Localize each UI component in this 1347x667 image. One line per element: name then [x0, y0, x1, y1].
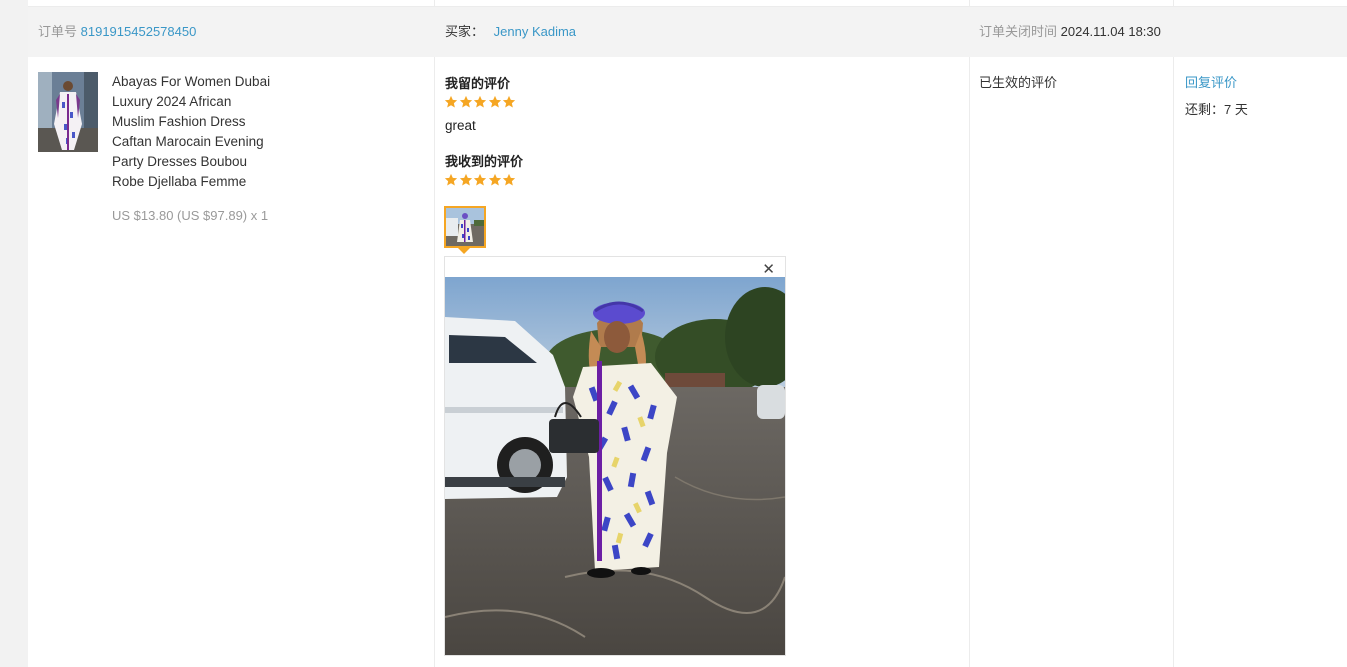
- close-time: 订单关闭时间 2024.11.04 18:30: [979, 7, 1161, 57]
- star-icon: [473, 173, 487, 186]
- order-number-label: 订单号: [38, 24, 78, 39]
- review-photo-thumbnail[interactable]: [444, 206, 486, 248]
- product-title-line: Muslim Fashion Dress: [112, 114, 246, 129]
- my-review-comment: great: [445, 118, 476, 133]
- review-photo-popup: ✕: [444, 256, 786, 656]
- column-divider: [969, 0, 970, 667]
- close-icon[interactable]: ✕: [762, 260, 775, 278]
- star-icon: [473, 95, 487, 108]
- star-icon: [488, 173, 501, 186]
- my-review-stars: [444, 95, 517, 109]
- order-header-row: 订单号 8191915452578450 买家： Jenny Kadima 订单…: [28, 7, 1347, 57]
- review-status: 已生效的评价: [979, 75, 1058, 90]
- buyer-label: 买家：: [445, 24, 485, 39]
- review-photo-thumb-image: [446, 208, 484, 246]
- product-photo-image: [38, 72, 98, 152]
- review-panel: 订单号 8191915452578450 买家： Jenny Kadima 订单…: [28, 0, 1347, 667]
- product-title-line: Luxury 2024 African: [112, 94, 232, 109]
- top-strip: [28, 0, 1347, 7]
- star-icon: [488, 95, 501, 108]
- star-icon: [459, 173, 472, 186]
- order-number-link[interactable]: 8191915452578450: [81, 24, 197, 39]
- remaining-value: 7 天: [1224, 102, 1248, 117]
- close-time-value: 2024.11.04 18:30: [1060, 24, 1161, 39]
- star-icon: [459, 95, 472, 108]
- buyer-name-link[interactable]: Jenny Kadima: [494, 24, 576, 39]
- column-divider: [1173, 0, 1174, 667]
- product-title-line: Robe Djellaba Femme: [112, 174, 247, 189]
- close-time-label: 订单关闭时间: [979, 24, 1058, 39]
- remaining-label: 还剩：: [1185, 102, 1225, 117]
- column-divider: [434, 0, 435, 667]
- product-title[interactable]: Abayas For Women Dubai Luxury 2024 Afric…: [112, 72, 312, 192]
- product-title-line: Abayas For Women Dubai: [112, 74, 271, 89]
- product-title-line: Party Dresses Boubou: [112, 154, 248, 169]
- star-icon: [444, 95, 458, 108]
- star-icon: [502, 173, 516, 186]
- my-review-title: 我留的评价: [445, 76, 511, 91]
- received-review-title: 我收到的评价: [445, 154, 524, 169]
- remaining-time: 还剩：7 天: [1185, 99, 1248, 118]
- buyer: 买家： Jenny Kadima: [445, 7, 576, 57]
- review-photo-large[interactable]: [445, 277, 785, 655]
- product-thumbnail[interactable]: [38, 72, 98, 152]
- review-photo-image: [445, 277, 785, 655]
- product-price: US $13.80 (US $97.89) x 1: [112, 208, 269, 223]
- star-icon: [502, 95, 516, 108]
- order-number: 订单号 8191915452578450: [38, 7, 196, 57]
- star-icon: [444, 173, 458, 186]
- reply-review-link[interactable]: 回复评价: [1185, 72, 1237, 91]
- thumbnail-caret: [458, 248, 470, 254]
- product-title-line: Caftan Marocain Evening: [112, 134, 264, 149]
- received-review-stars: [444, 173, 517, 187]
